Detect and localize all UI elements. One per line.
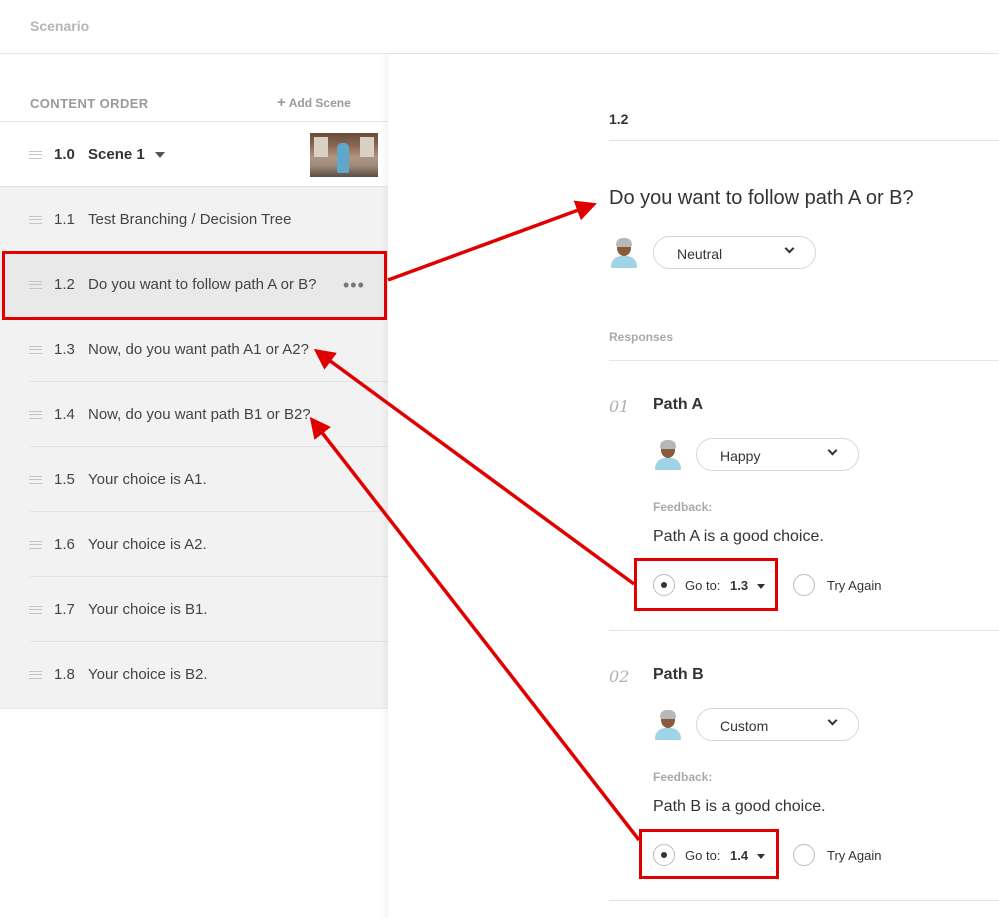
- item-text: Now, do you want path B1 or B2?: [88, 406, 311, 423]
- character-avatar[interactable]: [653, 440, 683, 470]
- breadcrumb: 1.2: [609, 111, 629, 127]
- emotion-value: Neutral: [677, 246, 723, 262]
- scene-thumbnail: [310, 133, 378, 177]
- caret-down-icon[interactable]: [757, 584, 765, 589]
- item-text: Your choice is B1.: [88, 601, 208, 618]
- item-number: 1.8: [54, 666, 75, 683]
- item-number: 1.1: [54, 211, 75, 228]
- drag-handle-icon[interactable]: [29, 281, 42, 289]
- scene-number: 1.0: [54, 146, 75, 163]
- list-item[interactable]: 1.6 Your choice is A2.: [0, 512, 388, 577]
- drag-handle-icon[interactable]: [29, 606, 42, 614]
- more-options-icon[interactable]: •••: [343, 276, 365, 294]
- chevron-down-icon: [827, 445, 838, 456]
- list-item-selected[interactable]: 1.2 Do you want to follow path A or B? •…: [0, 252, 388, 317]
- chevron-down-icon: [784, 243, 795, 254]
- item-number: 1.2: [54, 276, 75, 293]
- thumbnail-window-left: [314, 137, 328, 157]
- drag-handle-icon[interactable]: [29, 411, 42, 419]
- divider: [609, 140, 999, 141]
- item-number: 1.4: [54, 406, 75, 423]
- drag-handle-icon[interactable]: [29, 541, 42, 549]
- list-item[interactable]: 1.1 Test Branching / Decision Tree: [0, 187, 388, 252]
- content-order-label: CONTENT ORDER: [30, 96, 149, 111]
- emotion-dropdown[interactable]: Happy: [696, 438, 859, 471]
- emotion-value: Custom: [720, 718, 769, 734]
- avatar-hair: [616, 238, 632, 247]
- thumbnail-window-right: [360, 137, 374, 157]
- responses-label: Responses: [609, 330, 674, 344]
- scene-name: Scene 1: [88, 146, 145, 163]
- try-again-radio[interactable]: [793, 844, 815, 866]
- avatar-body: [611, 256, 637, 268]
- divider: [609, 630, 999, 631]
- try-again-label: Try Again: [827, 578, 882, 593]
- goto-value-dropdown[interactable]: 1.4: [730, 848, 748, 863]
- item-number: 1.7: [54, 601, 75, 618]
- avatar-hair: [660, 440, 676, 449]
- avatar-body: [655, 728, 681, 740]
- app-title: Scenario: [30, 18, 90, 34]
- item-text: Now, do you want path A1 or A2?: [88, 341, 309, 358]
- list-item[interactable]: 1.5 Your choice is A1.: [0, 447, 388, 512]
- sidebar-header: CONTENT ORDER + Add Scene: [0, 54, 388, 122]
- character-avatar[interactable]: [653, 710, 683, 740]
- try-again-label: Try Again: [827, 848, 882, 863]
- goto-label: Go to:: [685, 578, 721, 593]
- response-index: 01: [609, 397, 630, 416]
- item-text: Do you want to follow path A or B?: [88, 276, 317, 293]
- list-item[interactable]: 1.7 Your choice is B1.: [0, 577, 388, 642]
- item-text: Your choice is A2.: [88, 536, 207, 553]
- list-item[interactable]: 1.4 Now, do you want path B1 or B2?: [0, 382, 388, 447]
- goto-radio[interactable]: [653, 574, 675, 596]
- avatar-body: [655, 458, 681, 470]
- response-index: 02: [609, 667, 630, 686]
- response-title[interactable]: Path A: [653, 396, 703, 414]
- content-order-sidebar: CONTENT ORDER + Add Scene 1.0 Scene 1 1.1…: [0, 54, 388, 918]
- plus-icon: +: [277, 94, 286, 111]
- add-scene-label: Add Scene: [288, 96, 351, 110]
- response-title[interactable]: Path B: [653, 666, 704, 684]
- divider: [609, 900, 999, 901]
- drag-handle-icon[interactable]: [29, 216, 42, 224]
- divider: [609, 360, 999, 361]
- caret-down-icon[interactable]: [155, 152, 165, 158]
- list-item[interactable]: 1.3 Now, do you want path A1 or A2?: [0, 317, 388, 382]
- add-scene-button[interactable]: + Add Scene: [277, 94, 351, 111]
- drag-handle-icon[interactable]: [29, 151, 42, 159]
- drag-handle-icon[interactable]: [29, 346, 42, 354]
- chevron-down-icon: [827, 715, 838, 726]
- top-bar: Scenario: [0, 0, 999, 54]
- avatar-hair: [660, 710, 676, 719]
- character-avatar[interactable]: [609, 238, 639, 268]
- item-text: Test Branching / Decision Tree: [88, 211, 292, 228]
- emotion-dropdown[interactable]: Custom: [696, 708, 859, 741]
- list-item[interactable]: 1.8 Your choice is B2.: [0, 642, 388, 707]
- scene-item-list: 1.1 Test Branching / Decision Tree 1.2 D…: [0, 187, 388, 709]
- feedback-label: Feedback:: [653, 500, 713, 514]
- item-text: Your choice is B2.: [88, 666, 208, 683]
- feedback-label: Feedback:: [653, 770, 713, 784]
- goto-label: Go to:: [685, 848, 721, 863]
- scene-editor: 1.2 Do you want to follow path A or B? N…: [388, 54, 999, 918]
- item-number: 1.3: [54, 341, 75, 358]
- thumbnail-person: [337, 143, 349, 173]
- scene-row[interactable]: 1.0 Scene 1: [0, 122, 388, 187]
- item-number: 1.5: [54, 471, 75, 488]
- feedback-text[interactable]: Path B is a good choice.: [653, 798, 826, 816]
- emotion-dropdown[interactable]: Neutral: [653, 236, 816, 269]
- goto-radio[interactable]: [653, 844, 675, 866]
- drag-handle-icon[interactable]: [29, 671, 42, 679]
- try-again-radio[interactable]: [793, 574, 815, 596]
- goto-value-dropdown[interactable]: 1.3: [730, 578, 748, 593]
- question-text[interactable]: Do you want to follow path A or B?: [609, 187, 914, 210]
- feedback-text[interactable]: Path A is a good choice.: [653, 528, 824, 546]
- emotion-value: Happy: [720, 448, 761, 464]
- drag-handle-icon[interactable]: [29, 476, 42, 484]
- item-text: Your choice is A1.: [88, 471, 207, 488]
- caret-down-icon[interactable]: [757, 854, 765, 859]
- item-number: 1.6: [54, 536, 75, 553]
